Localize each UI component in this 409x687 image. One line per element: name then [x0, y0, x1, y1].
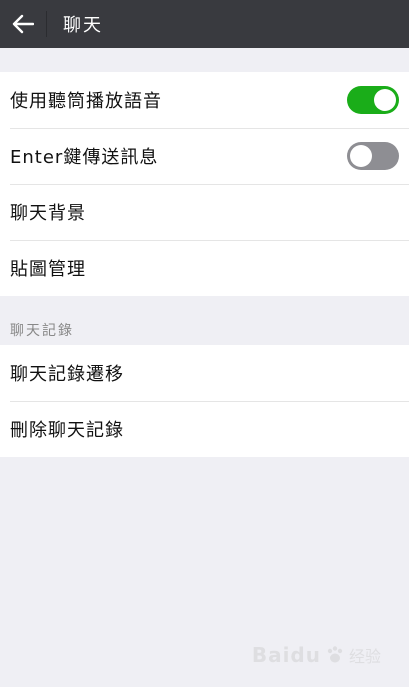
settings-group: 使用聽筒播放語音 Enter鍵傳送訊息 聊天背景 貼圖管理 — [0, 72, 409, 296]
section-label-chat-history: 聊天記錄 — [10, 323, 74, 339]
setting-enter-to-send[interactable]: Enter鍵傳送訊息 — [0, 128, 409, 184]
back-button[interactable] — [0, 0, 46, 48]
setting-earpiece-playback[interactable]: 使用聽筒播放語音 — [0, 72, 409, 128]
watermark-brand: Baidu — [251, 643, 321, 667]
enter-send-toggle[interactable] — [347, 142, 399, 170]
page-title: 聊天 — [63, 15, 103, 36]
paw-icon — [327, 646, 343, 663]
history-group: 聊天記錄遷移 刪除聊天記錄 — [0, 345, 409, 457]
history-migrate[interactable]: 聊天記錄遷移 — [0, 345, 409, 401]
header-divider — [46, 11, 47, 37]
watermark-sub: 经验 — [348, 647, 381, 666]
setting-label: Enter鍵傳送訊息 — [10, 147, 159, 168]
top-bar: 聊天 — [0, 0, 409, 48]
setting-label: 貼圖管理 — [10, 259, 86, 280]
arrow-left-icon — [12, 14, 34, 34]
setting-sticker-management[interactable]: 貼圖管理 — [0, 240, 409, 296]
setting-label: 刪除聊天記錄 — [10, 420, 124, 441]
earpiece-toggle[interactable] — [347, 86, 399, 114]
toggle-knob — [350, 145, 372, 167]
setting-chat-background[interactable]: 聊天背景 — [0, 184, 409, 240]
setting-label: 使用聽筒播放語音 — [10, 91, 162, 112]
watermark: Baidu 经验 — [252, 643, 381, 667]
setting-label: 聊天背景 — [10, 203, 86, 224]
history-delete[interactable]: 刪除聊天記錄 — [0, 401, 409, 457]
toggle-knob — [374, 89, 396, 111]
setting-label: 聊天記錄遷移 — [10, 364, 124, 385]
